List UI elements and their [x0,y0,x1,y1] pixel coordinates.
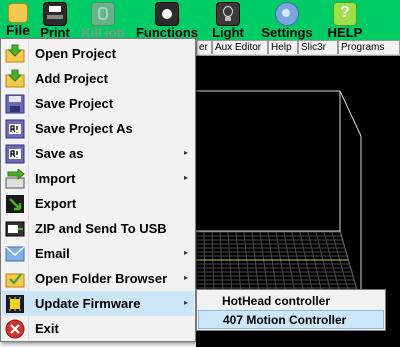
usb-zip-icon [5,219,25,239]
menu-item-save-project-as[interactable]: Save Project As [2,116,194,141]
settings-label: Settings [261,25,313,40]
menu-item-label: Open Project [35,46,116,61]
menu-item-label: Open Folder Browser [35,271,168,286]
submenu-arrow-icon: ▸ [183,248,188,257]
menu-item-zip-send-usb[interactable]: ZIP and Send To USB [2,216,194,241]
lightbulb-icon [216,2,240,26]
main-toolbar: File Print Kill job Functions Light Sett… [0,0,400,40]
file-label: File [5,22,31,38]
menu-item-label: Email [35,246,70,261]
folder-open-arrow-icon [5,44,25,64]
envelope-icon [5,244,25,264]
tab-help[interactable]: Help [268,40,298,54]
exit-icon [5,319,25,339]
menu-item-label: Exit [35,321,59,336]
menu-item-label: Import [35,171,76,186]
submenu-item-label: 407 Motion Controller [223,312,347,327]
help-label: HELP [327,25,363,40]
functions-button[interactable]: Functions [134,0,200,40]
menu-item-save-project[interactable]: Save Project [2,91,194,116]
printer-icon [43,2,67,26]
menu-item-exit[interactable]: Exit [2,316,194,341]
tab-programs[interactable]: Programs [338,40,400,54]
floppy-disk-rename-icon [5,144,25,164]
submenu-arrow-icon: ▸ [183,173,188,182]
menu-item-label: Update Firmware [35,296,141,311]
menu-item-update-firmware[interactable]: Update Firmware ▸ [2,291,194,316]
chip-icon [5,294,25,314]
menu-item-open-project[interactable]: Open Project [2,41,194,66]
submenu-item-label: HotHead controller [222,293,331,308]
file-menu: Open Project Add Project Save Project Sa… [0,38,196,342]
menu-item-label: Save Project [35,96,114,111]
menu-item-save-as[interactable]: Save as ▸ [2,141,194,166]
hand-stop-icon [91,2,115,26]
floppy-disk-icon [5,94,25,114]
submenu-item-407-motion-controller[interactable]: 407 Motion Controller [198,310,384,329]
submenu-arrow-icon: ▸ [183,148,188,157]
question-mark-icon: ? [333,2,357,26]
export-icon [5,194,25,214]
light-label: Light [212,25,244,40]
menu-item-import[interactable]: Import ▸ [2,166,194,191]
menu-item-add-project[interactable]: Add Project [2,66,194,91]
tab-strip: er Aux Editor Help Slic3r Programs [196,40,400,56]
tab-slic3r[interactable]: Slic3r [298,40,338,54]
folder-check-icon [5,269,25,289]
update-firmware-submenu: HotHead controller 407 Motion Controller [196,289,386,331]
menu-item-export[interactable]: Export [2,191,194,216]
print-button[interactable]: Print [38,0,72,40]
menu-item-label: Add Project [35,71,108,86]
submenu-item-hothead-controller[interactable]: HotHead controller [198,291,384,310]
floppy-disk-rename-icon [5,119,25,139]
functions-icon [155,2,179,26]
menu-item-label: ZIP and Send To USB [35,221,167,236]
menu-item-label: Export [35,196,77,211]
gear-icon [275,2,299,26]
file-menu-button[interactable]: File [0,0,36,40]
settings-button[interactable]: Settings [258,0,316,40]
folder-add-arrow-icon [5,69,25,89]
menu-item-label: Save as [35,146,84,161]
kill-job-button[interactable]: Kill job [78,0,128,40]
menu-item-label: Save Project As [35,121,133,136]
light-button[interactable]: Light [210,0,246,40]
file-icon [8,3,28,23]
submenu-arrow-icon: ▸ [183,273,188,282]
import-arrow-icon [5,167,25,189]
help-button[interactable]: ? HELP [324,0,366,40]
menu-item-email[interactable]: Email ▸ [2,241,194,266]
tab-aux-editor[interactable]: Aux Editor [212,40,268,54]
submenu-arrow-icon: ▸ [183,298,188,307]
menu-item-open-folder-browser[interactable]: Open Folder Browser ▸ [2,266,194,291]
tab-partial[interactable]: er [196,40,212,54]
